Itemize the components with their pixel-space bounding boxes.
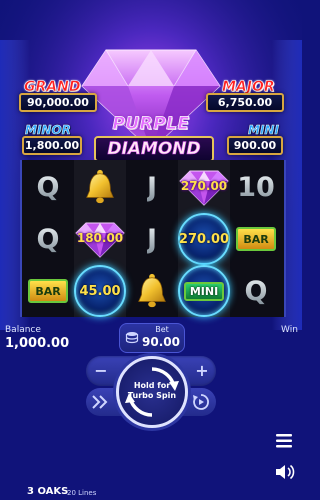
brand-name: 3 OAKS xyxy=(27,486,69,497)
plus-icon[interactable]: + xyxy=(192,361,212,381)
spin-hint: Hold for Turbo Spin xyxy=(119,381,185,401)
letter-symbol: Q xyxy=(36,171,60,203)
reel-grid: Q Q BAR 180.00 45.00 JJ 270.00 270.00 MINI 10… xyxy=(20,160,286,317)
reel-cell: Q xyxy=(230,266,282,316)
reel-cell: J xyxy=(126,162,178,212)
reel-3: JJ xyxy=(126,160,178,317)
orb-value: 45.00 xyxy=(79,283,121,299)
bet-value: 90.00 xyxy=(142,335,180,349)
reel-cell: 10 xyxy=(230,162,282,212)
orb-symbol: MINI xyxy=(178,265,230,317)
minor-jackpot-value: 1,800.00 xyxy=(22,136,82,155)
reel-cell xyxy=(126,266,178,316)
reel-cell xyxy=(74,162,126,212)
minus-icon[interactable]: − xyxy=(91,361,111,381)
grand-jackpot-label: GRAND xyxy=(24,79,81,95)
hamburger-menu-icon[interactable] xyxy=(275,433,293,449)
letter-symbol: J xyxy=(146,171,158,203)
reel-1: Q Q BAR xyxy=(22,160,74,317)
mini-jackpot-label: MINI xyxy=(248,123,279,137)
lines-count: 20 Lines xyxy=(67,489,97,497)
balance-label: Balance xyxy=(5,325,41,335)
spin-hint-line-1: Hold for xyxy=(133,381,171,390)
diamond-value: 180.00 xyxy=(76,231,124,245)
reel-cell: J xyxy=(126,214,178,264)
bar-symbol: BAR xyxy=(236,227,276,251)
reel-cell: 270.00 xyxy=(178,213,230,265)
reel-5: 10 BAR Q xyxy=(230,160,282,317)
grand-jackpot-value: 90,000.00 xyxy=(19,93,97,112)
reel-cell: Q xyxy=(22,214,74,264)
reel-cell: BAR xyxy=(230,214,282,264)
win-label: Win xyxy=(281,325,298,335)
logo-line-2: DIAMOND xyxy=(94,136,214,162)
fast-forward-icon[interactable] xyxy=(90,393,110,411)
reel-cell: MINI xyxy=(178,265,230,317)
letter-symbol: Q xyxy=(36,223,60,255)
orb-symbol: 270.00 xyxy=(178,213,230,265)
balance-value: 1,000.00 xyxy=(5,336,70,351)
letter-symbol: J xyxy=(146,223,158,255)
reel-cell: Q xyxy=(22,162,74,212)
coin-stack-icon xyxy=(125,332,139,344)
major-jackpot-label: MAJOR xyxy=(222,79,275,95)
speaker-icon[interactable] xyxy=(275,464,295,480)
bar-symbol: BAR xyxy=(28,279,68,303)
reel-cell: BAR xyxy=(22,266,74,316)
mini-jackpot-value: 900.00 xyxy=(227,136,283,155)
reel-cell: 45.00 xyxy=(74,265,126,317)
logo-line-1: PURPLE xyxy=(112,114,190,135)
reel-cell: 270.00 xyxy=(178,162,230,212)
reel-4: 270.00 270.00 MINI xyxy=(178,160,230,317)
spin-button[interactable]: Hold for Turbo Spin xyxy=(116,356,188,428)
diamond-symbol: 270.00 xyxy=(178,167,230,207)
orb-symbol: 45.00 xyxy=(74,265,126,317)
orb-value: 270.00 xyxy=(178,231,230,247)
reel-cell: 180.00 xyxy=(74,214,126,264)
minor-jackpot-label: MINOR xyxy=(25,123,71,137)
letter-symbol: Q xyxy=(244,275,268,307)
bet-panel[interactable]: Bet 90.00 xyxy=(119,323,185,353)
diamond-value: 270.00 xyxy=(180,179,228,193)
major-jackpot-value: 6,750.00 xyxy=(206,93,284,112)
bell-icon xyxy=(138,273,166,308)
bet-label: Bet xyxy=(155,325,169,334)
mini-jackpot-symbol: MINI xyxy=(183,281,225,301)
spin-hint-line-2: Turbo Spin xyxy=(127,391,177,400)
diamond-symbol: 180.00 xyxy=(74,219,126,259)
letter-symbol: 10 xyxy=(237,171,275,203)
reel-2: 180.00 45.00 xyxy=(74,160,126,317)
autoplay-icon[interactable] xyxy=(191,392,211,412)
bell-icon xyxy=(86,169,114,204)
